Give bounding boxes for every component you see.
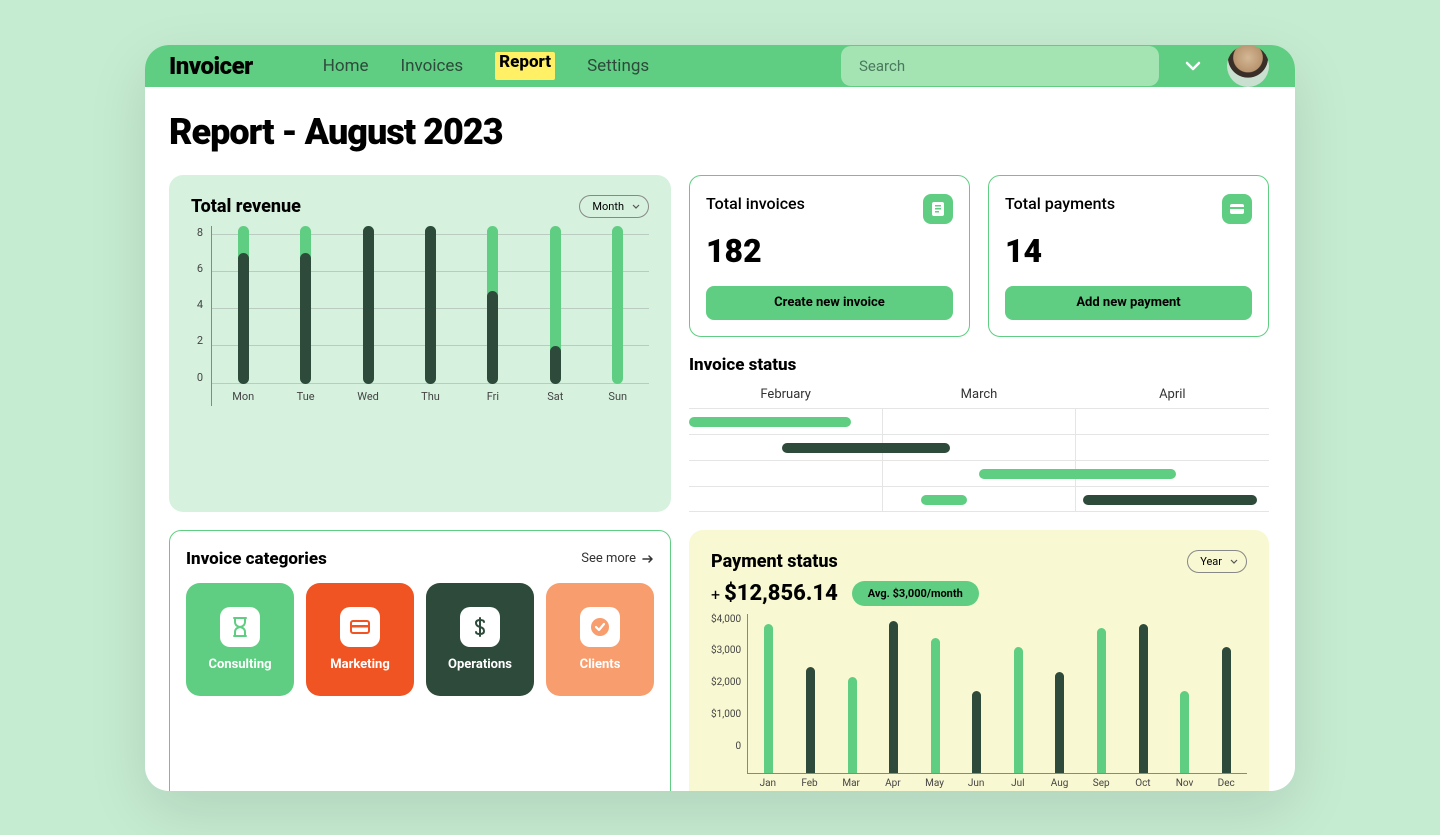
chart-title: Payment status xyxy=(711,551,838,572)
create-invoice-button[interactable]: Create new invoice xyxy=(706,286,953,320)
gantt-bar xyxy=(689,417,851,427)
payment-avg-badge: Avg. $3,000/month xyxy=(852,581,979,606)
chart-column: Sun xyxy=(587,226,649,406)
gantt-bar xyxy=(782,443,950,453)
gantt-month-label: March xyxy=(882,387,1075,408)
chart-column: Fri xyxy=(462,226,524,406)
section-title: Invoice categories xyxy=(186,549,327,569)
document-icon xyxy=(923,194,953,224)
chart-column xyxy=(956,614,998,773)
chart-column: Mon xyxy=(212,226,274,406)
dollar-icon xyxy=(460,607,500,647)
revenue-chart-card: Total revenue Month 86420 MonTueWedThuFr… xyxy=(169,175,671,512)
chart-column xyxy=(790,614,832,773)
stat-label: Total invoices xyxy=(706,194,805,213)
gantt-row xyxy=(689,408,1269,434)
brand-logo: Invoicer xyxy=(169,52,253,80)
chart-column xyxy=(1205,614,1247,773)
stat-value: 14 xyxy=(1005,232,1252,270)
check-icon xyxy=(580,607,620,647)
categories-card: Invoice categories See more Consulting Ma… xyxy=(169,530,671,791)
nav-item-invoices[interactable]: Invoices xyxy=(401,52,464,80)
chart-column xyxy=(998,614,1040,773)
chevron-down-icon[interactable] xyxy=(1185,56,1201,75)
category-label: Clients xyxy=(580,657,621,672)
chart-column xyxy=(1164,614,1206,773)
nav: Home Invoices Report Settings xyxy=(323,52,649,80)
period-select-month[interactable]: Month xyxy=(579,195,649,218)
search-input[interactable] xyxy=(841,46,1159,86)
category-label: Operations xyxy=(448,657,512,672)
hourglass-icon xyxy=(220,607,260,647)
stat-card-payments: Total payments 14 Add new payment xyxy=(988,175,1269,337)
avatar[interactable] xyxy=(1227,45,1269,87)
arrow-right-icon xyxy=(642,554,654,564)
section-title: Invoice status xyxy=(689,355,1269,375)
stat-value: 182 xyxy=(706,232,953,270)
period-select-year[interactable]: Year xyxy=(1187,550,1247,573)
gantt-row xyxy=(689,486,1269,512)
gantt-chart: FebruaryMarchApril xyxy=(689,387,1269,512)
chart-column xyxy=(914,614,956,773)
category-label: Marketing xyxy=(330,657,390,672)
chart-column xyxy=(1039,614,1081,773)
chart-column: Sat xyxy=(524,226,586,406)
revenue-chart: 86420 MonTueWedThuFriSatSun xyxy=(191,226,649,406)
gantt-month-label: April xyxy=(1076,387,1269,408)
gantt-bar xyxy=(1083,495,1257,505)
chart-column xyxy=(748,614,790,773)
payment-chart-card: Payment status Year +$12,856.14 Avg. $3,… xyxy=(689,530,1269,791)
main-content: Report - August 2023 Total invoices 182 … xyxy=(145,87,1295,791)
gantt-bar xyxy=(921,495,967,505)
chart-column: Thu xyxy=(399,226,461,406)
gantt-row xyxy=(689,434,1269,460)
invoice-status-section: Invoice status FebruaryMarchApril xyxy=(689,355,1269,512)
category-operations[interactable]: Operations xyxy=(426,583,534,696)
nav-item-settings[interactable]: Settings xyxy=(587,52,649,80)
app-window: Invoicer Home Invoices Report Settings Repo… xyxy=(145,45,1295,791)
gantt-bar xyxy=(979,469,1176,479)
category-label: Consulting xyxy=(208,657,271,672)
see-more-link[interactable]: See more xyxy=(581,551,654,566)
category-marketing[interactable]: Marketing xyxy=(306,583,414,696)
category-clients[interactable]: Clients xyxy=(546,583,654,696)
header: Invoicer Home Invoices Report Settings xyxy=(145,45,1295,87)
nav-item-report[interactable]: Report xyxy=(495,52,555,80)
chart-column xyxy=(831,614,873,773)
gantt-row xyxy=(689,460,1269,486)
page-title: Report - August 2023 xyxy=(169,111,1269,153)
chart-column xyxy=(1122,614,1164,773)
chart-column: Tue xyxy=(274,226,336,406)
card-icon xyxy=(340,607,380,647)
nav-item-home[interactable]: Home xyxy=(323,52,369,80)
add-payment-button[interactable]: Add new payment xyxy=(1005,286,1252,320)
chart-title: Total revenue xyxy=(191,196,301,217)
card-icon xyxy=(1222,194,1252,224)
chart-column xyxy=(873,614,915,773)
stat-label: Total payments xyxy=(1005,194,1115,213)
payment-amount: +$12,856.14 xyxy=(711,581,838,606)
chart-column: Wed xyxy=(337,226,399,406)
chart-column xyxy=(1081,614,1123,773)
category-consulting[interactable]: Consulting xyxy=(186,583,294,696)
stat-cards: Total invoices 182 Create new invoice To… xyxy=(689,175,1269,337)
gantt-month-label: February xyxy=(689,387,882,408)
stat-card-invoices: Total invoices 182 Create new invoice xyxy=(689,175,970,337)
